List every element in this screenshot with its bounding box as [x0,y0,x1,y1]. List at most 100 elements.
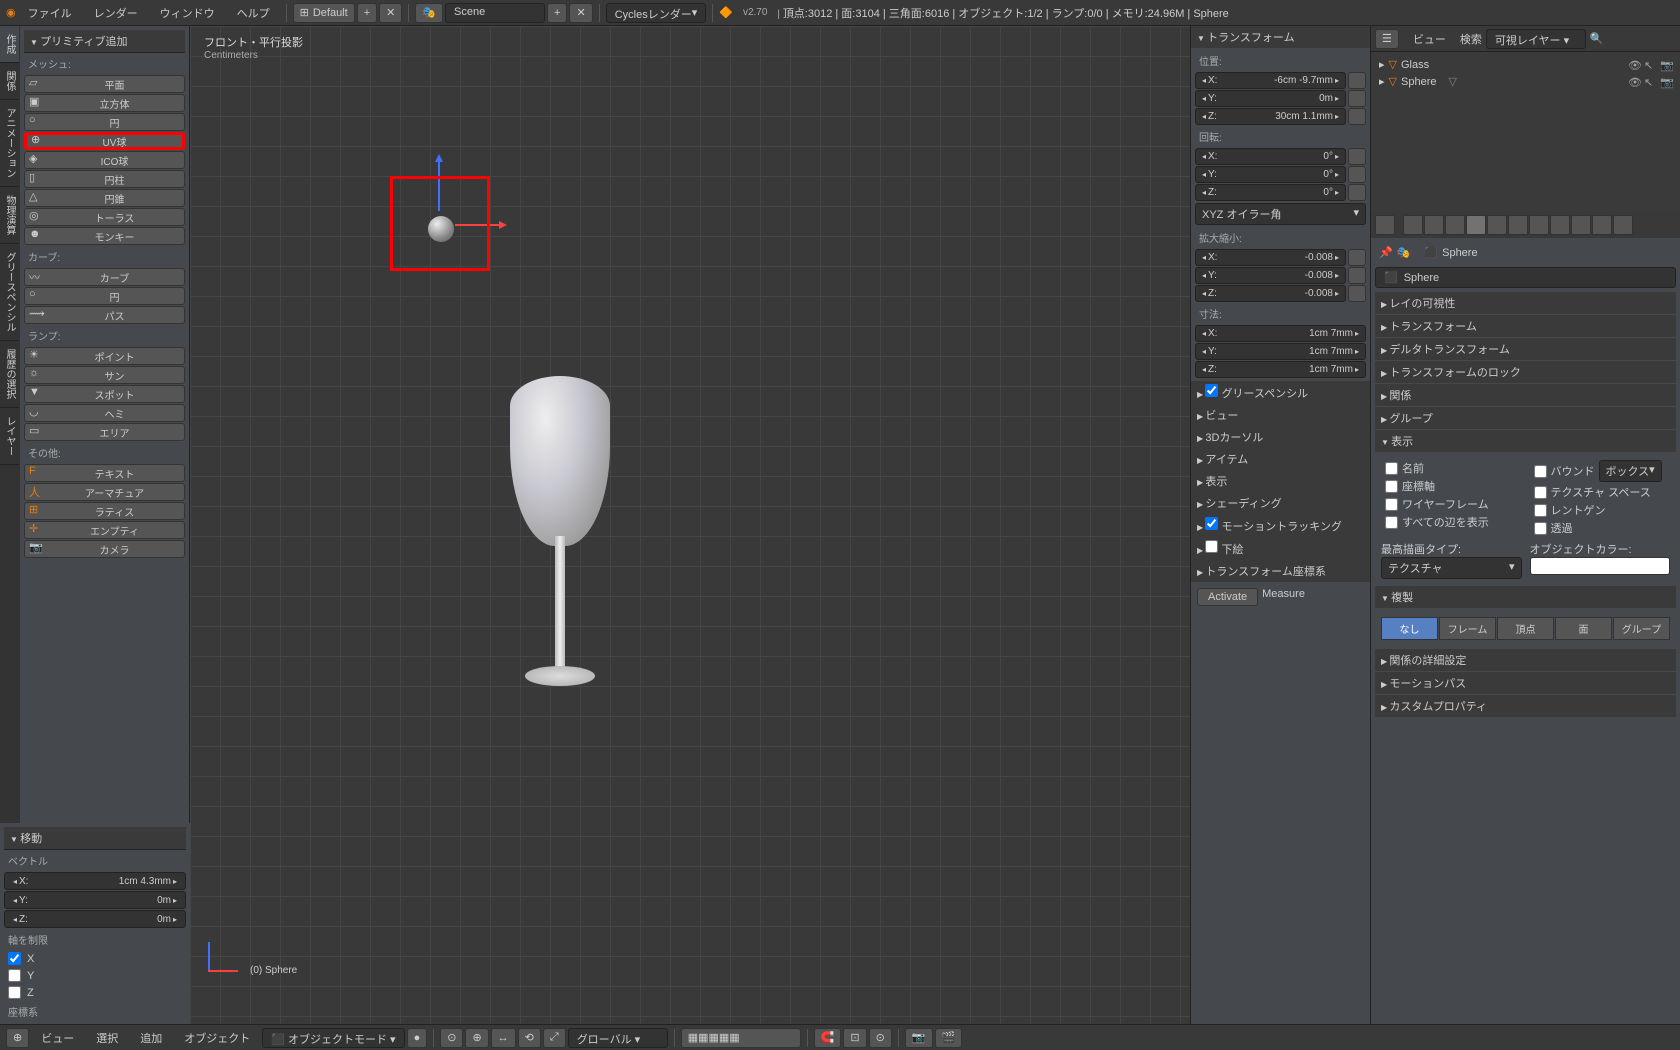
selectable-icon[interactable]: ↖ [1644,76,1656,88]
manipulator-toggle[interactable]: ⊕ [465,1028,488,1048]
prop-tab-scene[interactable] [1424,215,1444,235]
add-cone-button[interactable]: △円錐 [24,189,185,207]
outliner-item-sphere[interactable]: ▸ ▽ Sphere ▽ 👁↖📷 [1375,73,1676,90]
display-panel-header[interactable]: 表示 [1191,470,1370,492]
max-draw-type-selector[interactable]: テクスチャ▾ [1381,557,1522,579]
dup-faces-button[interactable]: 面 [1555,617,1612,640]
tool-tab-relations[interactable]: 関係 [0,63,19,100]
grease-pencil-checkbox[interactable] [1205,384,1218,397]
move-x-field[interactable]: ◂X:1cm 4.3mm▸ [4,872,186,890]
lock-rot-y[interactable] [1348,166,1366,183]
duplication-section[interactable]: 複製 [1375,586,1676,608]
show-wire-checkbox[interactable] [1385,498,1398,511]
visibility-icon[interactable]: 👁 [1628,76,1640,88]
motion-tracking-checkbox[interactable] [1205,517,1218,530]
add-monkey-button[interactable]: ☻モンキー [24,227,185,245]
show-texspace-checkbox[interactable] [1534,486,1547,499]
motion-paths-section[interactable]: モーションパス [1375,672,1676,694]
show-bounds-checkbox[interactable] [1534,465,1547,478]
menu-window[interactable]: ウィンドウ [150,1,225,25]
add-armature-button[interactable]: 人アーマチュア [24,483,185,501]
object-color-swatch[interactable] [1530,557,1670,575]
pin-icon[interactable]: 📌 [1379,246,1393,259]
tool-tab-physics[interactable]: 物理演算 [0,187,19,244]
scale-z-field[interactable]: ◂Z:-0.008▸ [1195,285,1346,302]
add-point-lamp-button[interactable]: ☀ポイント [24,347,185,365]
display-section[interactable]: 表示 [1375,430,1676,452]
lock-loc-x[interactable] [1348,72,1366,89]
relations-extras-section[interactable]: 関係の詳細設定 [1375,649,1676,671]
prop-tab-render-layers[interactable] [1403,215,1423,235]
add-cylinder-button[interactable]: ▯円柱 [24,170,185,188]
mode-selector[interactable]: ⬛ オブジェクトモード ▾ [262,1028,404,1048]
lock-rot-z[interactable] [1348,184,1366,201]
prop-tab-physics[interactable] [1613,215,1633,235]
dim-x-field[interactable]: ◂X:1cm 7mm▸ [1195,325,1366,342]
rotation-z-field[interactable]: ◂Z:0°▸ [1195,184,1346,201]
groups-section[interactable]: グループ [1375,407,1676,429]
add-hemi-lamp-button[interactable]: ◡ヘミ [24,404,185,422]
rotation-mode-selector[interactable]: XYZ オイラー角▾ [1195,203,1366,225]
prop-tab-constraints[interactable] [1487,215,1507,235]
dup-none-button[interactable]: なし [1381,617,1438,640]
constraint-x-checkbox[interactable] [8,952,21,965]
motion-tracking-header[interactable]: モーショントラッキング [1191,514,1370,537]
tool-tab-history[interactable]: 履歴の選択 [0,341,19,408]
delta-transform-section[interactable]: デルタトランスフォーム [1375,338,1676,360]
add-spot-lamp-button[interactable]: ▼スポット [24,385,185,403]
remove-scene-button[interactable]: ✕ [569,3,592,23]
add-menu[interactable]: 追加 [130,1026,172,1050]
rotation-y-field[interactable]: ◂Y:0°▸ [1195,166,1346,183]
add-empty-button[interactable]: ✛エンプティ [24,521,185,539]
show-transparent-checkbox[interactable] [1534,522,1547,535]
background-image-header[interactable]: 下絵 [1191,537,1370,560]
prop-tab-modifiers[interactable] [1508,215,1528,235]
tool-tab-layers[interactable]: レイヤー [0,408,19,465]
lock-scale-y[interactable] [1348,267,1366,284]
object-menu[interactable]: オブジェクト [174,1026,260,1050]
cursor-panel-header[interactable]: 3Dカーソル [1191,426,1370,448]
location-z-field[interactable]: ◂Z:30cm 1.1mm▸ [1195,108,1346,125]
3d-viewport[interactable]: フロント・平行投影 Centimeters (0) Sphere [190,26,1190,1026]
shading-mode-selector[interactable]: ● [407,1028,428,1048]
snap-target-selector[interactable]: ⊙ [869,1028,892,1048]
add-primitive-header[interactable]: プリミティブ追加 [24,30,185,53]
lock-rot-x[interactable] [1348,148,1366,165]
view-panel-header[interactable]: ビュー [1191,404,1370,426]
lock-loc-z[interactable] [1348,108,1366,125]
add-lattice-button[interactable]: ⊞ラティス [24,502,185,520]
add-ico-sphere-button[interactable]: ◈ICO球 [24,151,185,169]
show-axis-checkbox[interactable] [1385,480,1398,493]
transform-section[interactable]: トランスフォーム [1375,315,1676,337]
display-mode-selector[interactable]: 可視レイヤー ▾ [1486,29,1586,49]
show-name-checkbox[interactable] [1385,462,1398,475]
show-all-edges-checkbox[interactable] [1385,516,1398,529]
activate-button[interactable]: Activate [1197,588,1258,606]
lock-scale-z[interactable] [1348,285,1366,302]
dup-frames-button[interactable]: フレーム [1439,617,1496,640]
prop-tab-data[interactable] [1529,215,1549,235]
select-menu[interactable]: 選択 [86,1026,128,1050]
scene-name-field[interactable]: Scene [445,3,545,23]
transform-panel-header[interactable]: トランスフォーム [1191,26,1370,48]
object-name-field[interactable]: ⬛ Sphere [1375,267,1676,288]
prop-tab-texture[interactable] [1571,215,1591,235]
item-panel-header[interactable]: アイテム [1191,448,1370,470]
relations-section[interactable]: 関係 [1375,384,1676,406]
pivot-selector[interactable]: ⊙ [440,1028,463,1048]
duplication-type-buttons[interactable]: なし フレーム 頂点 面 グループ [1381,617,1670,640]
shading-panel-header[interactable]: シェーディング [1191,492,1370,514]
rotation-x-field[interactable]: ◂X:0°▸ [1195,148,1346,165]
dim-z-field[interactable]: ◂Z:1cm 7mm▸ [1195,361,1366,378]
operator-header[interactable]: 移動 [4,827,186,850]
ray-visibility-section[interactable]: レイの可視性 [1375,292,1676,314]
view-menu[interactable]: ビュー [31,1026,84,1050]
manipulator-rotate[interactable]: ⟲ [518,1028,541,1048]
constraint-y-checkbox[interactable] [8,969,21,982]
add-scene-button[interactable]: + [547,3,567,23]
scale-x-field[interactable]: ◂X:-0.008▸ [1195,249,1346,266]
tool-tab-create[interactable]: 作成 [0,26,19,63]
transform-orientation-header[interactable]: トランスフォーム座標系 [1191,560,1370,582]
search-icon[interactable]: 🔍 [1590,32,1604,45]
add-circle-curve-button[interactable]: ○円 [24,287,185,305]
